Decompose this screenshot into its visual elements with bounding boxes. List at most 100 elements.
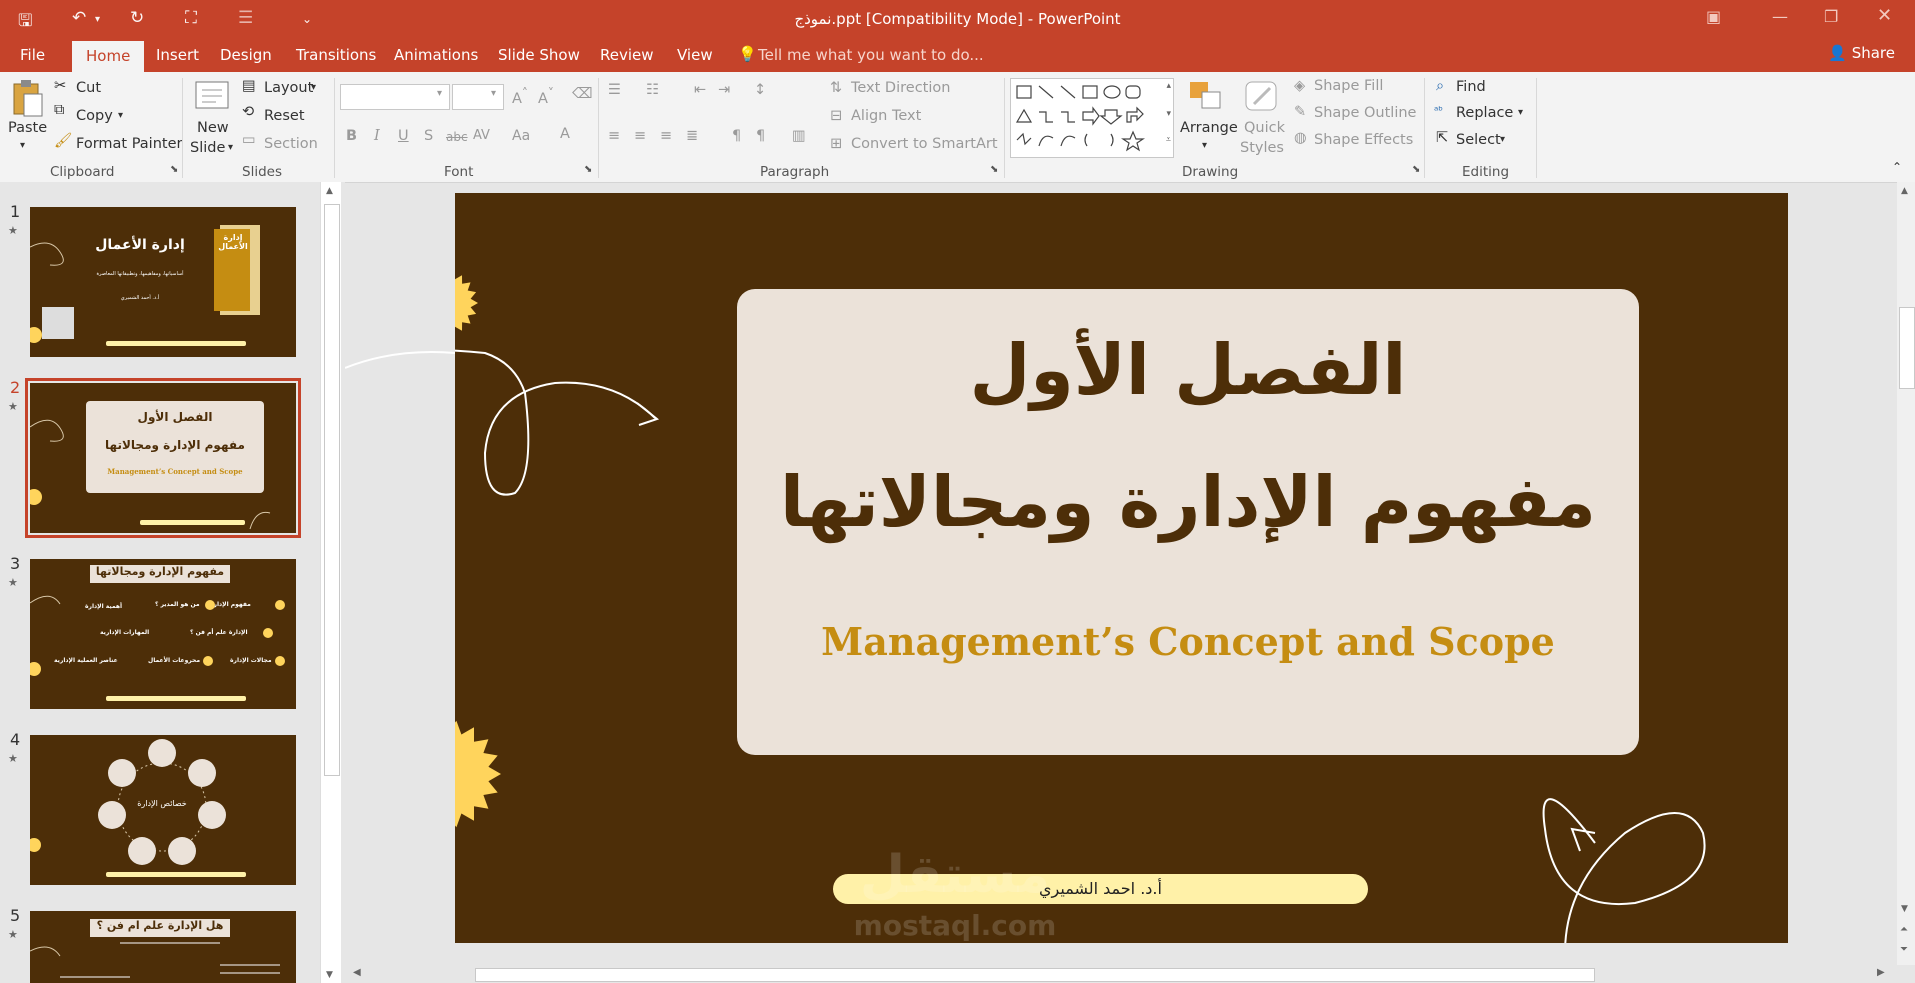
slide-heading-1[interactable]: الفصل الأول <box>737 329 1639 411</box>
reset-button[interactable]: Reset <box>264 108 305 124</box>
restore-icon[interactable]: ❐ <box>1824 7 1838 26</box>
paste-icon[interactable] <box>10 78 44 118</box>
shadow-button[interactable]: S <box>424 128 433 144</box>
paste-button[interactable]: Paste <box>8 120 47 136</box>
shape-outline-button[interactable]: Shape Outline <box>1314 105 1416 121</box>
scroll-down-icon[interactable]: ▼ <box>1901 904 1908 914</box>
clipboard-launcher-icon[interactable]: ⬊ <box>170 164 178 175</box>
slide-english-subtitle[interactable]: Management’s Concept and Scope <box>737 619 1639 664</box>
reset-icon[interactable]: ⟲ <box>242 104 254 120</box>
arrange-dropdown-icon[interactable]: ▾ <box>1202 140 1207 151</box>
scrollbar-thumb[interactable] <box>1899 307 1915 389</box>
align-text-button[interactable]: Align Text <box>851 108 921 124</box>
format-painter-icon[interactable]: 🖌 <box>54 132 72 149</box>
layout-dropdown-icon[interactable]: ▾ <box>311 82 316 93</box>
layout-button[interactable]: Layout <box>264 80 313 96</box>
scroll-up-icon[interactable]: ▲ <box>1901 186 1908 196</box>
slide-thumbnail-3[interactable]: مفهوم الإدارة ومجالاتها مفهوم الإدارة من… <box>30 559 296 709</box>
quick-styles-button[interactable]: Quick <box>1244 120 1285 136</box>
tab-transitions[interactable]: Transitions <box>296 46 376 64</box>
bold-button[interactable]: B <box>346 128 357 144</box>
shapes-gallery[interactable]: ▴ ▾ ⩡ <box>1010 78 1174 158</box>
replace-icon[interactable]: ᵃᵇ <box>1434 104 1443 117</box>
text-direction-icon[interactable]: ⇅ <box>830 80 842 96</box>
close-icon[interactable]: ✕ <box>1877 5 1892 26</box>
tell-me-search[interactable]: Tell me what you want to do... <box>758 46 984 64</box>
share-button[interactable]: 👤 Share <box>1828 44 1895 62</box>
font-name-dropdown-icon[interactable]: ▾ <box>437 88 442 99</box>
tab-slide-show[interactable]: Slide Show <box>498 46 580 64</box>
slides-pane-scrollbar[interactable]: ▲ ▼ <box>320 182 341 983</box>
scroll-left-icon[interactable]: ◀ <box>353 967 361 978</box>
copy-button[interactable]: Copy <box>76 108 113 124</box>
replace-button[interactable]: Replace <box>1456 105 1513 121</box>
arrange-icon[interactable] <box>1188 80 1224 114</box>
find-button[interactable]: Find <box>1456 79 1486 95</box>
ltr-icon[interactable]: ¶ <box>732 128 741 144</box>
font-color-button[interactable]: A <box>560 126 570 142</box>
tab-view[interactable]: View <box>677 46 713 64</box>
new-slide-button[interactable]: New <box>197 120 229 136</box>
tab-insert[interactable]: Insert <box>156 46 199 64</box>
main-vertical-scrollbar[interactable]: ▲ ▼ ⏶ ⏷ <box>1897 182 1915 965</box>
gallery-down-icon[interactable]: ▾ <box>1166 109 1171 119</box>
shape-outline-icon[interactable]: ✎ <box>1294 104 1306 120</box>
font-size-dropdown-icon[interactable]: ▾ <box>491 88 496 99</box>
decrease-indent-icon[interactable]: ⇤ <box>694 82 706 98</box>
quick-styles-label-2[interactable]: Styles <box>1240 140 1284 156</box>
select-button[interactable]: Select <box>1456 132 1501 148</box>
previous-slide-icon[interactable]: ⏶ <box>1900 924 1908 935</box>
slide-thumbnail-4[interactable]: خصائص الإدارة <box>30 735 296 885</box>
scissors-icon[interactable]: ✂ <box>54 78 66 94</box>
section-button[interactable]: Section <box>264 136 318 152</box>
bullets-icon[interactable]: ☰ <box>608 82 621 98</box>
paste-dropdown-icon[interactable]: ▾ <box>20 140 25 151</box>
underline-button[interactable]: U <box>398 128 409 144</box>
increase-indent-icon[interactable]: ⇥ <box>718 82 730 98</box>
gallery-more-icon[interactable]: ⩡ <box>1166 135 1171 145</box>
tab-animations[interactable]: Animations <box>394 46 478 64</box>
copy-icon[interactable]: ⧉ <box>54 102 64 118</box>
font-size-combo[interactable] <box>452 84 504 110</box>
arrange-button[interactable]: Arrange <box>1180 120 1238 136</box>
clear-format-icon[interactable]: ⌫ <box>572 86 593 102</box>
align-center-icon[interactable]: ≡ <box>634 128 646 144</box>
scroll-up-icon[interactable]: ▲ <box>326 186 333 196</box>
gallery-up-icon[interactable]: ▴ <box>1166 81 1171 91</box>
cut-button[interactable]: Cut <box>76 80 101 96</box>
select-icon[interactable]: ⇱ <box>1436 130 1448 146</box>
scroll-right-icon[interactable]: ▶ <box>1877 967 1885 978</box>
decrease-font-icon[interactable]: A˅ <box>538 86 554 107</box>
find-icon[interactable]: ⌕ <box>1436 78 1444 94</box>
tab-file[interactable]: File <box>20 46 45 64</box>
align-text-icon[interactable]: ⊟ <box>830 108 842 124</box>
shape-effects-button[interactable]: Shape Effects <box>1314 132 1413 148</box>
scrollbar-thumb[interactable] <box>475 968 1595 982</box>
slide-heading-2[interactable]: مفهوم الإدارة ومجالاتها <box>737 461 1639 543</box>
smartart-icon[interactable]: ⊞ <box>830 136 842 152</box>
tab-review[interactable]: Review <box>600 46 654 64</box>
new-slide-icon[interactable] <box>194 78 230 114</box>
tab-home[interactable]: Home <box>72 41 145 73</box>
replace-dropdown-icon[interactable]: ▾ <box>1518 107 1523 118</box>
shape-fill-button[interactable]: Shape Fill <box>1314 78 1383 94</box>
shape-effects-icon[interactable]: ◍ <box>1294 130 1307 146</box>
line-spacing-icon[interactable]: ↕ <box>754 82 766 98</box>
copy-dropdown-icon[interactable]: ▾ <box>118 110 123 121</box>
align-left-icon[interactable]: ≡ <box>608 128 620 144</box>
change-case-button[interactable]: Aa <box>512 128 530 144</box>
main-horizontal-scrollbar[interactable]: ◀ ▶ <box>345 965 1890 983</box>
new-slide-dropdown-icon[interactable]: ▾ <box>228 142 233 153</box>
quick-styles-icon[interactable] <box>1244 80 1280 114</box>
drawing-launcher-icon[interactable]: ⬊ <box>1412 164 1420 175</box>
text-direction-button[interactable]: Text Direction <box>851 80 950 96</box>
section-icon[interactable]: ▭ <box>242 132 256 148</box>
columns-icon[interactable]: ▥ <box>792 128 806 144</box>
title-card[interactable]: الفصل الأول مفهوم الإدارة ومجالاتها Mana… <box>737 289 1639 755</box>
increase-font-icon[interactable]: A˄ <box>512 86 528 107</box>
italic-button[interactable]: I <box>374 128 380 144</box>
slide-thumbnail-5[interactable]: هل الإدارة علم ام فن ؟ <box>30 911 296 983</box>
char-spacing-button[interactable]: AV <box>473 128 490 143</box>
numbering-icon[interactable]: ☷ <box>646 82 659 98</box>
select-dropdown-icon[interactable]: ▾ <box>1500 134 1505 145</box>
